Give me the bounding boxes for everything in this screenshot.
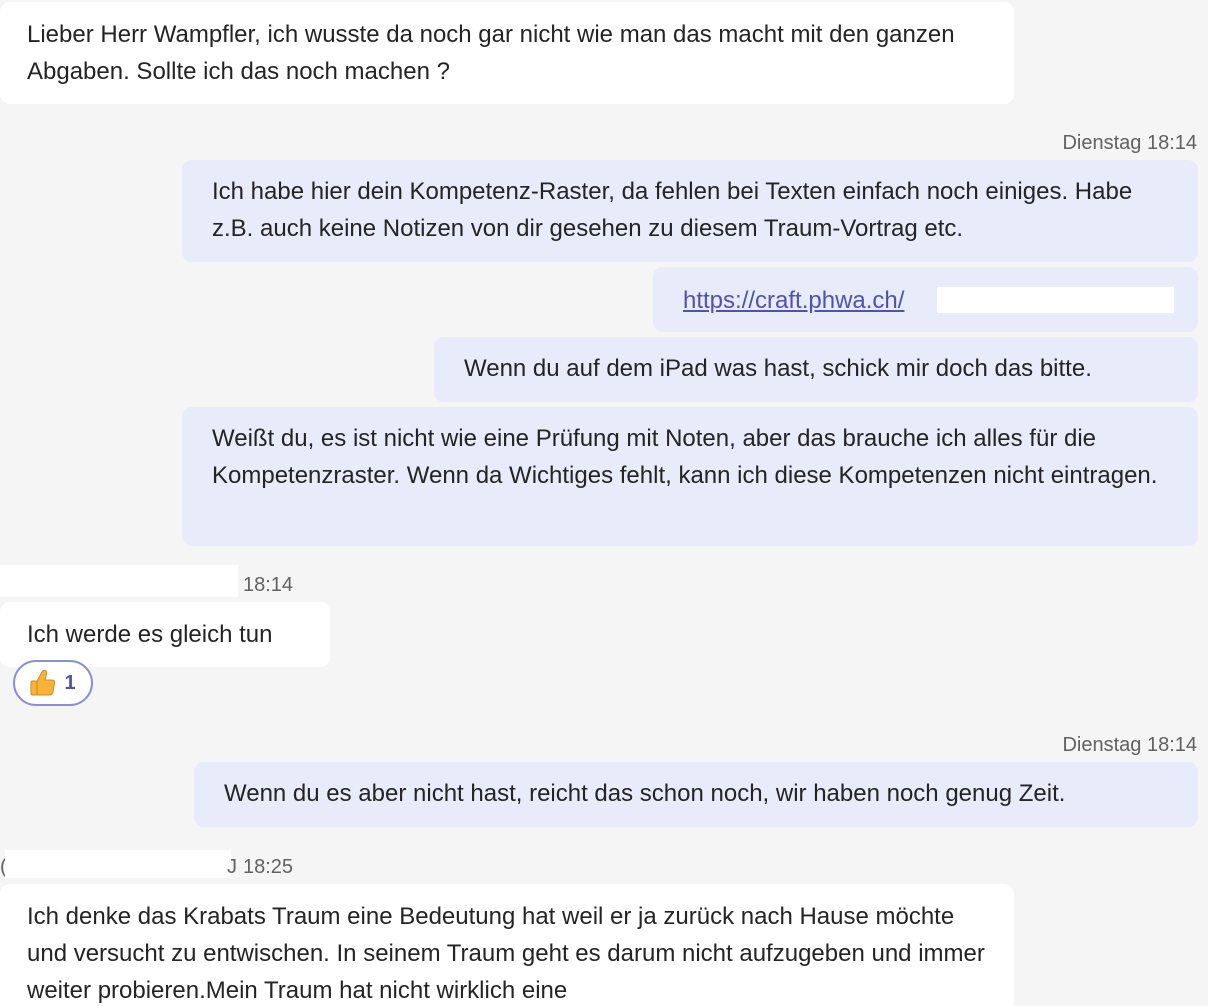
message-timestamp: 18:25: [243, 856, 294, 878]
message-text: Ich habe hier dein Kompetenz-Raster, da …: [212, 178, 1133, 242]
message-text: Wenn du auf dem iPad was hast, schick mi…: [464, 355, 1092, 382]
redacted-area: [937, 287, 1174, 313]
message-text: Weißt du, es ist nicht wie eine Prüfung …: [212, 425, 1158, 489]
outgoing-message: https://craft.phwa.ch/: [653, 267, 1198, 332]
outgoing-message[interactable]: Ich habe hier dein Kompetenz-Raster, da …: [182, 160, 1198, 262]
redacted-sender-name: [0, 565, 238, 597]
message-link[interactable]: https://craft.phwa.ch/: [683, 287, 904, 314]
message-timestamp: Dienstag 18:14: [1062, 132, 1197, 154]
message-text: Wenn du es aber nicht hast, reicht das s…: [224, 780, 1066, 807]
redacted-sender-name: [5, 850, 231, 878]
message-text: Ich denke das Krabats Traum eine Bedeutu…: [27, 903, 985, 1004]
outgoing-message[interactable]: Wenn du auf dem iPad was hast, schick mi…: [434, 337, 1198, 402]
sender-name-fragment: J: [227, 856, 237, 878]
message-text: Ich werde es gleich tun: [27, 621, 273, 648]
reaction-badge[interactable]: 1: [13, 660, 93, 706]
outgoing-message[interactable]: Wenn du es aber nicht hast, reicht das s…: [194, 762, 1198, 827]
message-timestamp: 18:14: [243, 574, 294, 596]
reaction-count: 1: [64, 671, 76, 694]
thumbs-up-icon: [30, 669, 56, 697]
incoming-message[interactable]: Ich werde es gleich tun: [0, 602, 330, 667]
message-text: Lieber Herr Wampfler, ich wusste da noch…: [27, 21, 955, 85]
outgoing-message[interactable]: Weißt du, es ist nicht wie eine Prüfung …: [182, 407, 1198, 546]
incoming-message[interactable]: Lieber Herr Wampfler, ich wusste da noch…: [0, 2, 1014, 104]
incoming-message[interactable]: Ich denke das Krabats Traum eine Bedeutu…: [0, 884, 1014, 1006]
message-timestamp: Dienstag 18:14: [1062, 734, 1197, 756]
chat-thread: Lieber Herr Wampfler, ich wusste da noch…: [0, 0, 1208, 1006]
